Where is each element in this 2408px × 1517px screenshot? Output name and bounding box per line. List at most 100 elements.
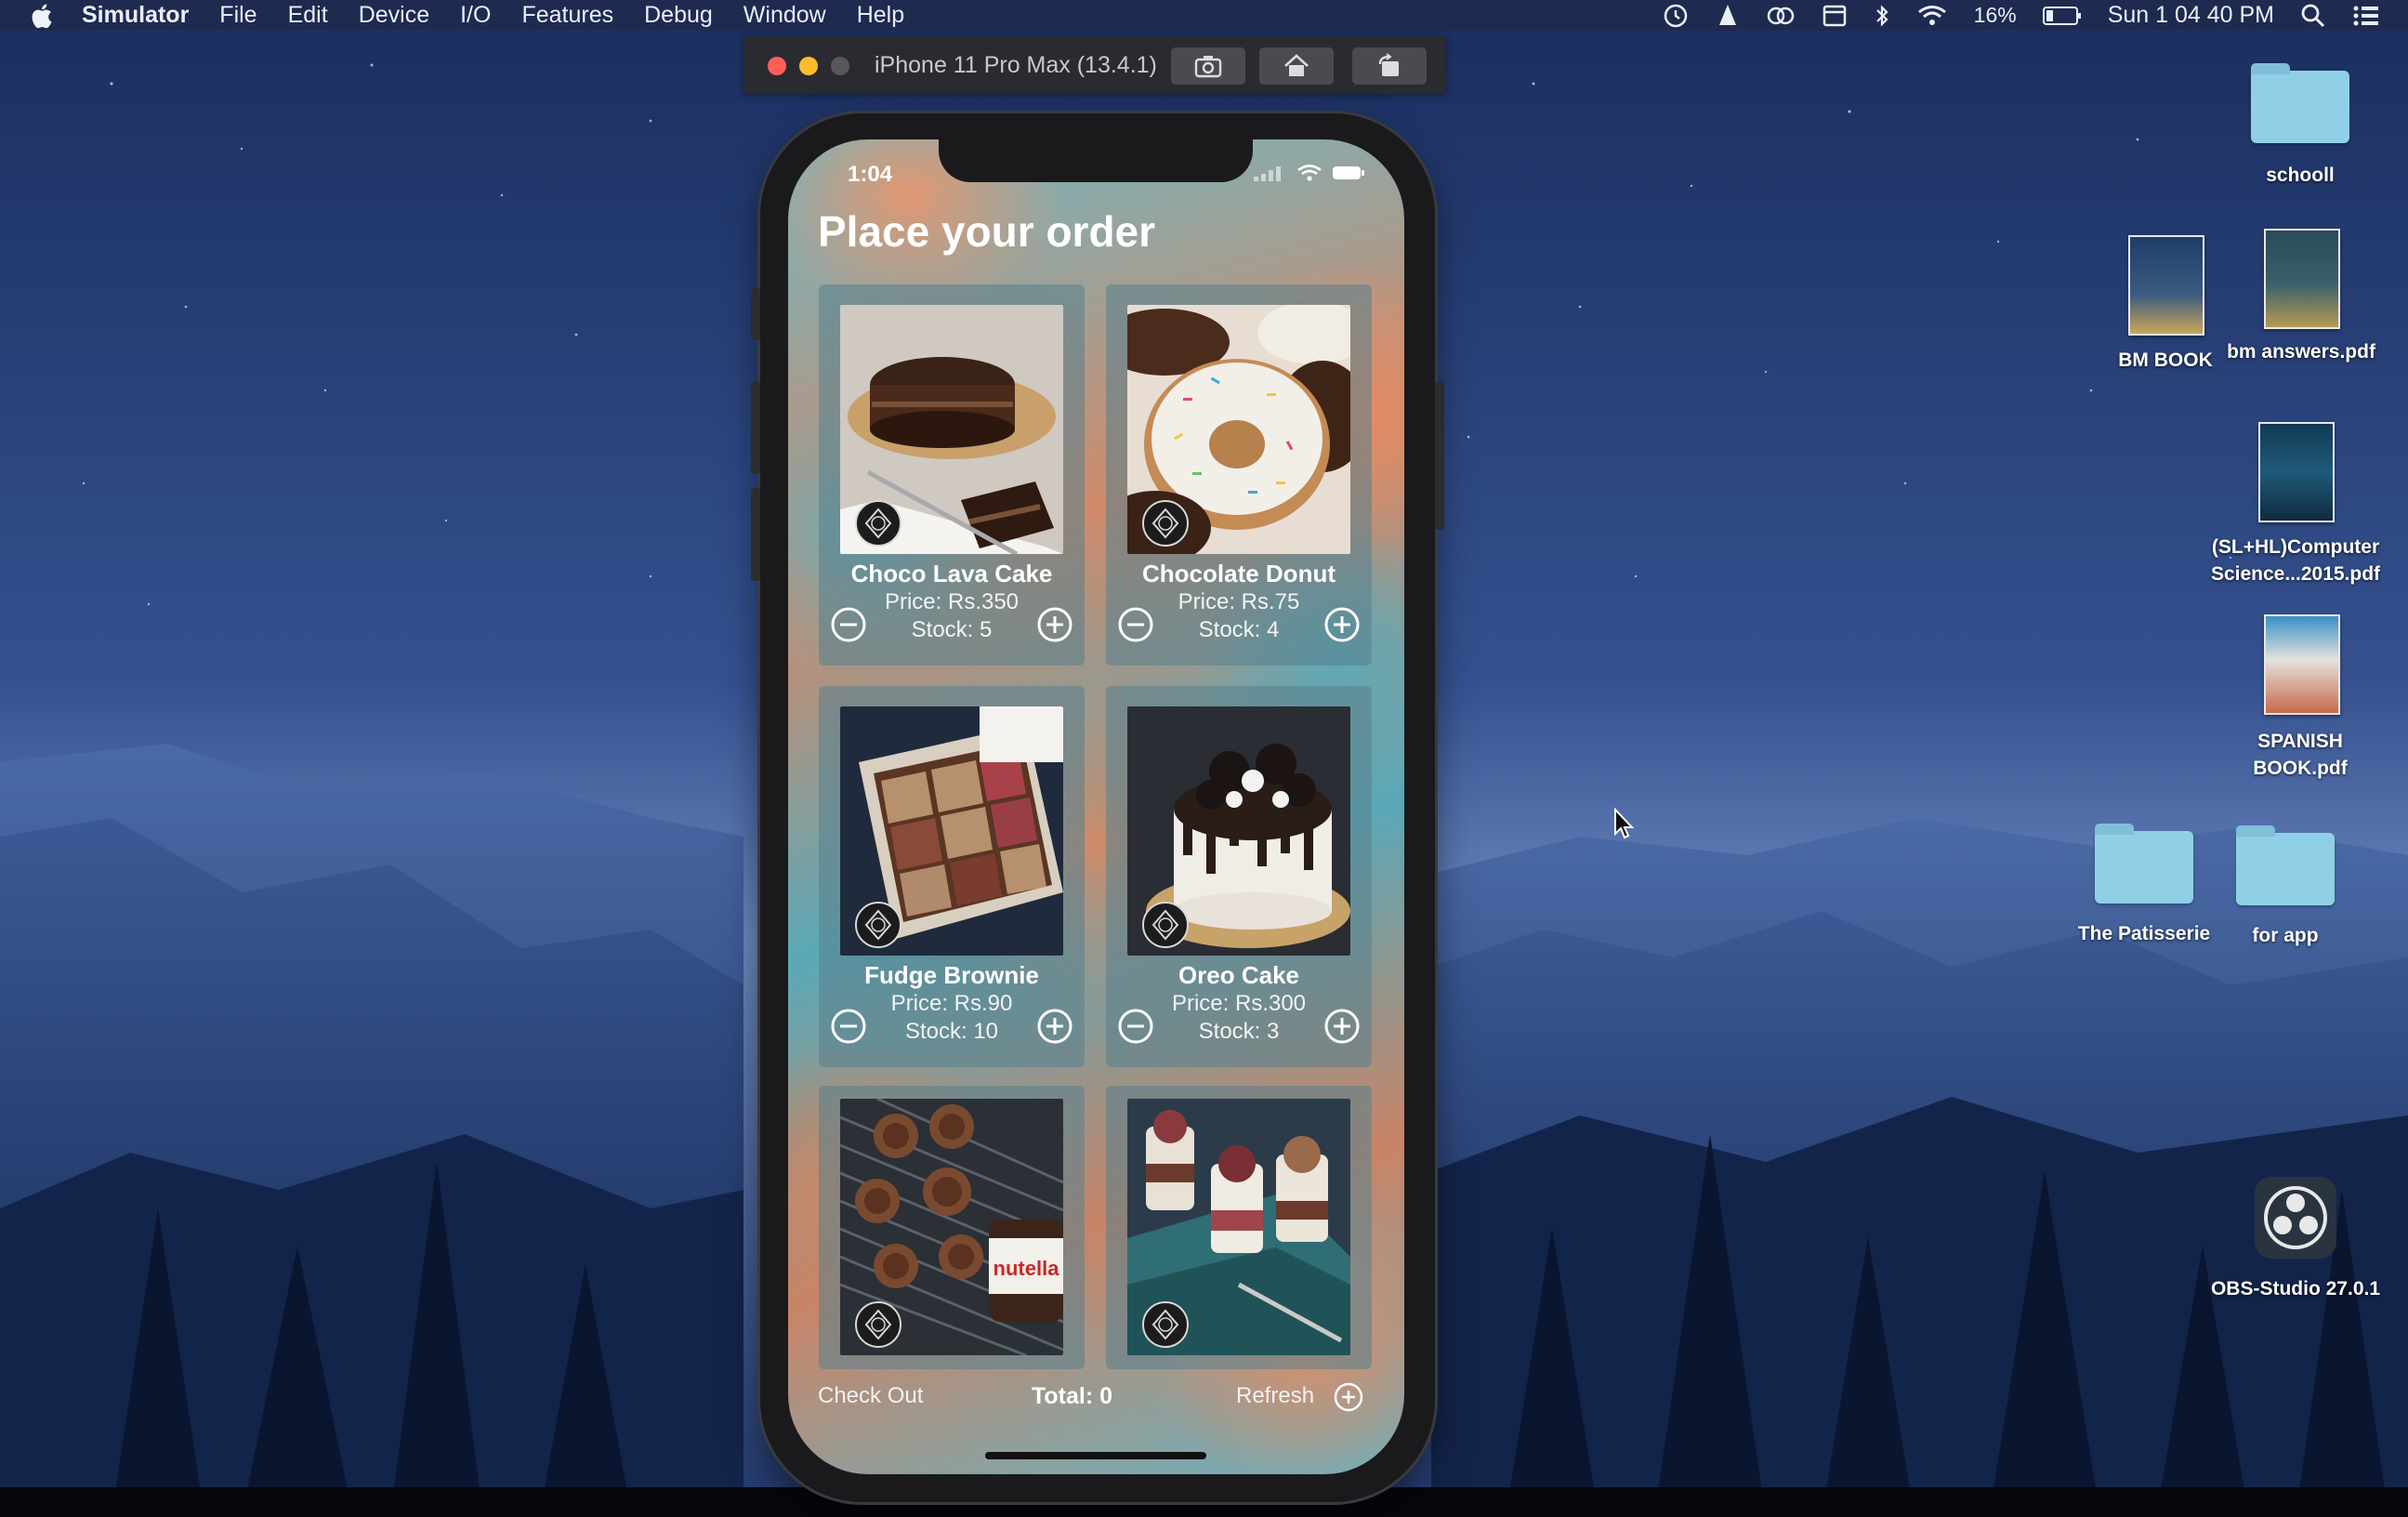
menu-clock[interactable]: Sun 1 04 40 PM [2108, 2, 2274, 29]
product-card-oreo-cake: Oreo Cake Price: Rs.300 Stock: 3 [1106, 686, 1372, 1067]
desktop-folder-schooll[interactable]: schooll [2230, 58, 2370, 197]
battery-icon[interactable] [2042, 6, 2082, 26]
product-image-cupcakes: nutella [840, 1099, 1063, 1355]
apple-menu-icon[interactable] [28, 2, 54, 30]
desktop-icon-label: (SL+HL)Computer [2211, 536, 2380, 558]
rotate-icon [1378, 53, 1399, 76]
menu-window[interactable]: Window [743, 2, 826, 29]
order-bottom-bar: Check Out Total: 0 Refresh [788, 1381, 1404, 1420]
menu-bar: Simulator File Edit Device I/O Features … [0, 0, 2408, 31]
desktop-app-obs-studio[interactable]: OBS-Studio 27.0.1 [2193, 1171, 2398, 1320]
increase-quantity-button[interactable] [1323, 1008, 1361, 1045]
home-indicator[interactable] [985, 1452, 1206, 1459]
camera-icon [1194, 56, 1222, 78]
page-title: Place your order [818, 207, 1156, 256]
product-image-oreo-cake [1127, 706, 1350, 956]
decrease-quantity-button[interactable] [830, 606, 867, 643]
desktop-icon-label: SPANISH [2257, 731, 2343, 752]
increase-quantity-button[interactable] [1036, 1008, 1073, 1045]
desktop-file-bm-answers[interactable]: bm answers.pdf [2217, 223, 2385, 372]
bakery-logo-icon [855, 1301, 901, 1348]
product-card-chocolate-donut: Chocolate Donut Price: Rs.75 Stock: 4 [1106, 284, 1372, 666]
folder-icon [2236, 825, 2335, 905]
bakery-logo-icon [1142, 902, 1189, 948]
phone-screen: 1:04 Place your order Choco Lava Cake Pr… [788, 139, 1404, 1474]
check-out-button[interactable]: Check Out [818, 1383, 923, 1409]
menu-debug[interactable]: Debug [644, 2, 713, 29]
status-battery-icon [1333, 166, 1364, 179]
menu-app-name[interactable]: Simulator [82, 2, 189, 29]
decrease-quantity-button[interactable] [1117, 1008, 1154, 1045]
decrease-quantity-button[interactable] [830, 1008, 867, 1045]
status-wifi-icon [1297, 165, 1322, 181]
status-time: 1:04 [848, 162, 893, 187]
menu-extras: 16% Sun 1 04 40 PM [1662, 0, 2380, 31]
document-thumbnail-icon [2264, 229, 2340, 329]
product-name: Chocolate Donut [1142, 560, 1336, 587]
product-image-choco-lava-cake [840, 305, 1063, 554]
simulator-window-title: iPhone 11 Pro Max (13.4.1) [875, 52, 1157, 78]
home-button[interactable] [1259, 47, 1334, 85]
spotlight-search-icon[interactable] [2300, 3, 2326, 29]
desktop-icon-label: Science...2015.pdf [2210, 563, 2381, 585]
time-machine-icon[interactable] [1662, 3, 1690, 29]
refresh-button[interactable]: Refresh [1236, 1383, 1314, 1409]
bluetooth-icon[interactable] [1874, 3, 1890, 29]
close-window-button[interactable] [768, 57, 786, 75]
cellular-icon [1254, 166, 1281, 181]
menu-device[interactable]: Device [359, 2, 429, 29]
menu-io[interactable]: I/O [460, 2, 491, 29]
zoom-window-button[interactable] [831, 57, 849, 75]
menu-edit[interactable]: Edit [288, 2, 328, 29]
mouse-cursor-icon [1614, 808, 1635, 839]
phone-volume-up [751, 381, 760, 474]
bakery-logo-icon [1142, 500, 1189, 547]
wifi-icon[interactable] [1916, 4, 1948, 28]
order-total: Total: 0 [1032, 1383, 1113, 1409]
simulator-title-bar: iPhone 11 Pro Max (13.4.1) [743, 35, 1446, 94]
phone-power-button [1435, 381, 1444, 530]
vlc-icon[interactable] [1716, 3, 1740, 29]
increase-quantity-button[interactable] [1036, 606, 1073, 643]
desktop-icon-label: BM BOOK [2118, 350, 2213, 371]
desktop-file-spanish-book[interactable]: SPANISH BOOK.pdf [2230, 609, 2370, 785]
product-image-dessert-jars [1127, 1099, 1350, 1355]
product-name: Oreo Cake [1178, 961, 1300, 989]
increase-quantity-button[interactable] [1323, 606, 1361, 643]
decrease-quantity-button[interactable] [1117, 606, 1154, 643]
menu-features[interactable]: Features [521, 2, 613, 29]
screenshot-button[interactable] [1171, 47, 1245, 85]
notification-center-icon[interactable] [2352, 4, 2380, 28]
folder-icon [2095, 824, 2193, 904]
product-card-dessert-jars [1106, 1086, 1372, 1369]
product-image-chocolate-donut [1127, 305, 1350, 554]
minimize-window-button[interactable] [799, 57, 818, 75]
desktop-icon-label: OBS-Studio 27.0.1 [2210, 1278, 2381, 1299]
battery-percent: 16% [1973, 3, 2017, 27]
phone-notch [939, 139, 1253, 182]
menu-file[interactable]: File [219, 2, 257, 29]
menu-help[interactable]: Help [857, 2, 904, 29]
desktop-folder-for-app[interactable]: for app [2225, 818, 2346, 957]
bakery-logo-icon [855, 500, 901, 547]
product-card-cupcakes: nutella [819, 1086, 1085, 1369]
creative-cloud-icon[interactable] [1766, 4, 1796, 28]
product-image-fudge-brownie [840, 706, 1063, 956]
refresh-plus-icon[interactable] [1333, 1381, 1364, 1413]
desktop-icon-label: BOOK.pdf [2253, 758, 2348, 779]
desktop-file-bm-book[interactable]: BM BOOK [2110, 228, 2221, 376]
bakery-logo-icon [1142, 1301, 1189, 1348]
home-icon [1284, 54, 1309, 76]
desktop-folder-the-patisserie[interactable]: The Patisserie [2065, 818, 2223, 957]
product-card-fudge-brownie: Fudge Brownie Price: Rs.90 Stock: 10 [819, 686, 1085, 1067]
desktop-file-computer-science[interactable]: (SL+HL)Computer Science...2015.pdf [2193, 416, 2398, 593]
calendar-icon[interactable] [1822, 3, 1848, 29]
bakery-logo-icon [855, 902, 901, 948]
status-icons [1254, 164, 1365, 182]
obs-studio-icon [2255, 1177, 2336, 1259]
desktop-icon-label: The Patisserie [2077, 923, 2211, 944]
desktop-icon-label: for app [2252, 925, 2319, 946]
rotate-button[interactable] [1352, 47, 1427, 85]
phone-volume-down [751, 488, 760, 581]
folder-icon [2251, 63, 2349, 143]
